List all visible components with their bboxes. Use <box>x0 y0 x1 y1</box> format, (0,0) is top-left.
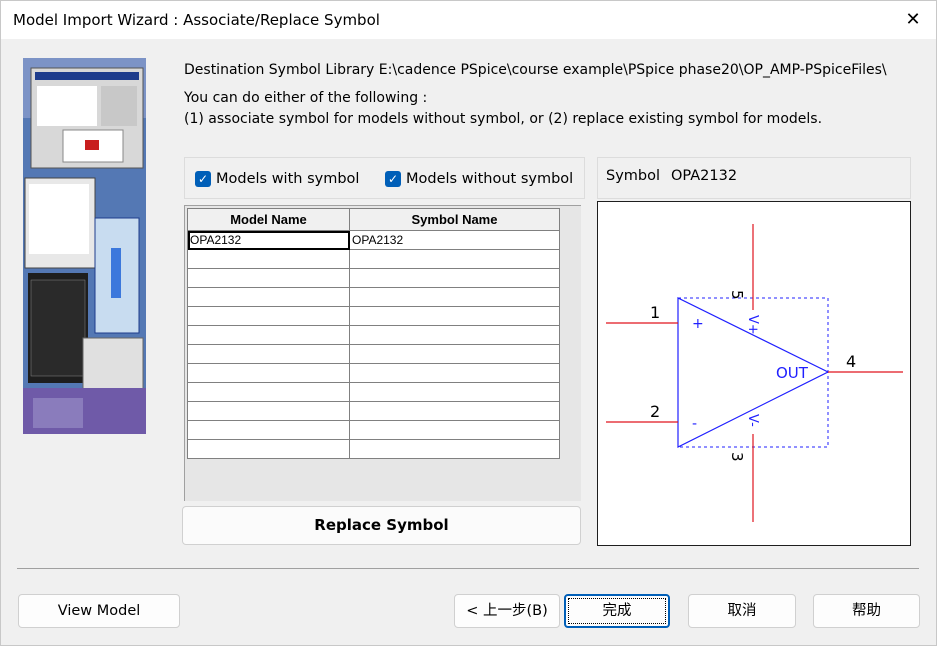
table-row[interactable] <box>187 287 560 307</box>
symbol-name: OPA2132 <box>671 168 738 184</box>
table-row[interactable] <box>187 382 560 402</box>
window-title: Model Import Wizard : Associate/Replace … <box>13 11 380 29</box>
opamp-symbol-graphic: 1 2 4 5 3 + - OUT V+ V- <box>606 224 903 522</box>
back-button[interactable]: < 上一步(B) <box>454 594 560 628</box>
model-name-cell[interactable] <box>187 306 350 326</box>
table-row[interactable]: OPA2132 OPA2132 <box>187 230 560 250</box>
model-symbol-grid: Model Name Symbol Name OPA2132 OPA2132 <box>184 205 581 501</box>
cancel-button[interactable]: 取消 <box>688 594 796 628</box>
table-row[interactable] <box>187 249 560 269</box>
symbol-label: Symbol <box>606 168 661 184</box>
table-row[interactable] <box>187 306 560 326</box>
finish-button[interactable]: 完成 <box>564 594 670 628</box>
model-import-wizard-dialog: Model Import Wizard : Associate/Replace … <box>0 0 937 646</box>
focus-rectangle <box>568 598 666 624</box>
instruction-line-2: (1) associate symbol for models without … <box>184 111 823 127</box>
symbol-name-cell[interactable] <box>349 249 560 269</box>
table-row[interactable] <box>187 401 560 421</box>
model-name-cell[interactable] <box>187 382 350 402</box>
vminus-label: V- <box>745 414 760 427</box>
model-name-cell[interactable] <box>187 287 350 307</box>
models-with-symbol-checkbox[interactable]: ✓ Models with symbol <box>195 170 359 188</box>
title-bar: Model Import Wizard : Associate/Replace … <box>1 1 936 39</box>
wizard-illustration <box>23 58 146 434</box>
symbol-name-cell[interactable] <box>349 401 560 421</box>
pin-5-number: 5 <box>728 290 746 300</box>
symbol-header: Symbol OPA2132 <box>597 157 911 199</box>
models-without-symbol-label: Models without symbol <box>406 171 574 187</box>
view-model-button[interactable]: View Model <box>18 594 180 628</box>
pin-1-number: 1 <box>650 303 660 322</box>
symbol-name-cell[interactable] <box>349 306 560 326</box>
footer-separator <box>17 568 919 569</box>
checkmark-icon: ✓ <box>195 171 211 187</box>
inverting-input-label: - <box>692 416 697 432</box>
table-row[interactable] <box>187 420 560 440</box>
pin-2-number: 2 <box>650 402 660 421</box>
model-name-cell[interactable] <box>187 401 350 421</box>
table-row[interactable] <box>187 363 560 383</box>
model-name-cell[interactable]: OPA2132 <box>187 230 350 250</box>
replace-symbol-button[interactable]: Replace Symbol <box>182 506 581 545</box>
instruction-line-1: You can do either of the following : <box>184 90 428 106</box>
model-name-cell[interactable] <box>187 249 350 269</box>
model-name-cell[interactable] <box>187 268 350 288</box>
close-icon[interactable]: ✕ <box>890 1 936 39</box>
symbol-preview-panel: 1 2 4 5 3 + - OUT V+ V- <box>597 201 911 546</box>
output-label: OUT <box>776 364 809 382</box>
symbol-name-cell[interactable] <box>349 344 560 364</box>
pin-4-number: 4 <box>846 352 856 371</box>
model-filter-bar: ✓ Models with symbol ✓ Models without sy… <box>184 157 585 199</box>
model-name-cell[interactable] <box>187 439 350 459</box>
column-header-symbol-name[interactable]: Symbol Name <box>349 208 560 231</box>
model-name-cell[interactable] <box>187 363 350 383</box>
help-button[interactable]: 帮助 <box>813 594 920 628</box>
symbol-name-cell[interactable] <box>349 420 560 440</box>
models-without-symbol-checkbox[interactable]: ✓ Models without symbol <box>385 170 573 188</box>
symbol-name-cell[interactable] <box>349 439 560 459</box>
pin-3-number: 3 <box>728 452 746 462</box>
symbol-name-cell[interactable] <box>349 325 560 345</box>
model-name-cell[interactable] <box>187 325 350 345</box>
models-with-symbol-label: Models with symbol <box>216 171 360 187</box>
symbol-name-cell[interactable] <box>349 382 560 402</box>
noninverting-input-label: + <box>692 316 704 332</box>
wizard-illustration-graphic <box>23 58 146 434</box>
model-name-cell[interactable] <box>187 420 350 440</box>
table-row[interactable] <box>187 268 560 288</box>
checkmark-icon: ✓ <box>385 171 401 187</box>
symbol-name-cell[interactable] <box>349 363 560 383</box>
vplus-label: V+ <box>745 315 760 335</box>
model-symbol-table: Model Name Symbol Name OPA2132 OPA2132 <box>187 208 560 459</box>
table-header-row: Model Name Symbol Name <box>187 208 560 231</box>
table-row[interactable] <box>187 325 560 345</box>
table-row[interactable] <box>187 344 560 364</box>
symbol-name-cell[interactable] <box>349 268 560 288</box>
table-row[interactable] <box>187 439 560 459</box>
destination-library-text: Destination Symbol Library E:\cadence PS… <box>184 62 887 78</box>
model-name-cell[interactable] <box>187 344 350 364</box>
symbol-name-cell[interactable] <box>349 287 560 307</box>
symbol-name-cell[interactable]: OPA2132 <box>349 230 560 250</box>
column-header-model-name[interactable]: Model Name <box>187 208 350 231</box>
